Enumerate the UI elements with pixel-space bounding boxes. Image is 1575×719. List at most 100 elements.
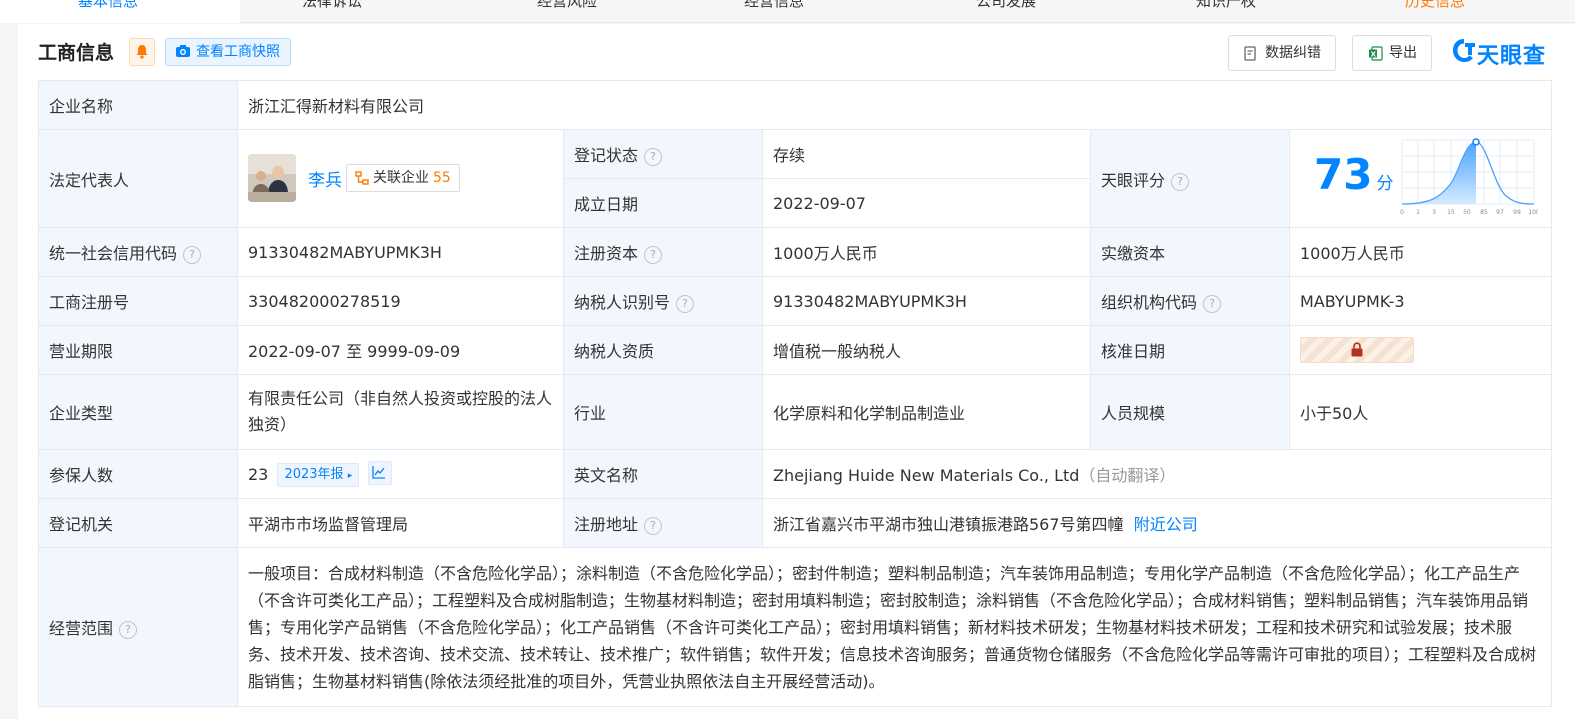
table-row: 统一社会信用代码? 91330482MABYUPMK3H 注册资本? 1000万… [38, 227, 1553, 277]
help-icon[interactable]: ? [1171, 172, 1190, 191]
score-unit: 分 [1376, 174, 1394, 194]
insured-cell: 23 2023年报 ▸ [237, 449, 564, 499]
authority-label: 登记机关 [38, 498, 238, 548]
address-label: 注册地址? [563, 498, 763, 548]
score-value: 73 分 [1314, 150, 1393, 199]
snapshot-label: 查看工商快照 [196, 44, 280, 60]
org-code-value: MABYUPMK-3 [1288, 276, 1553, 326]
type-label: 企业类型 [38, 374, 238, 450]
insured-label: 参保人数 [38, 449, 238, 499]
address-cell: 浙江省嘉兴市平湖市独山港镇振港路567号第四幢 附近公司 [761, 498, 1553, 548]
industry-label: 行业 [563, 374, 763, 450]
auto-translate-note: （自动翻译） [1079, 466, 1176, 485]
industry-value: 化学原料和化学制品制造业 [762, 374, 1091, 450]
score-tick-label: 15 [1447, 209, 1455, 216]
taxpayer-qual-value: 增值税一般纳税人 [762, 325, 1091, 375]
lock-icon [1351, 342, 1363, 357]
legal-rep-avatar[interactable] [248, 153, 296, 202]
table-row: 经营范围? 一般项目：合成材料制造（不含危险化学品）；涂料制造（不含危险化学品）… [38, 547, 1553, 707]
caret-right-icon: ▸ [347, 471, 353, 481]
staff-value: 小于50人 [1288, 374, 1553, 450]
related-companies-button[interactable]: 关联企业 55 [346, 163, 460, 192]
legal-rep-label: 法定代表人 [38, 129, 238, 228]
excel-icon: X [1369, 46, 1383, 61]
help-icon[interactable]: ? [644, 148, 663, 166]
trend-chart-icon [372, 466, 386, 479]
address-value: 浙江省嘉兴市平湖市独山港镇振港路567号第四幢 [773, 515, 1124, 534]
approve-date-value [1288, 325, 1553, 375]
org-chart-icon [355, 170, 369, 185]
help-icon[interactable]: ? [183, 246, 202, 264]
scope-label: 经营范围? [38, 547, 238, 707]
score-tick-label: 3 [1432, 209, 1436, 216]
table-row: 工商注册号 330482000278519 纳税人识别号? 91330482MA… [38, 276, 1553, 326]
score-tick-label: 1 [1416, 209, 1420, 216]
score-label: 天眼评分? [1090, 129, 1290, 228]
reg-no-value: 330482000278519 [237, 276, 564, 326]
tab-risk[interactable]: 经营风险 [537, 0, 597, 12]
export-button[interactable]: X 导出 [1352, 35, 1432, 71]
help-icon[interactable]: ? [119, 621, 138, 639]
related-companies-label: 关联企业 [373, 169, 429, 186]
tianyancha-logo-icon [1453, 39, 1475, 62]
credit-code-label: 统一社会信用代码? [38, 227, 238, 277]
reg-capital-label-text: 注册资本 [574, 244, 639, 263]
tab-legal[interactable]: 法律诉讼 [302, 0, 362, 12]
score-tick-label: 85 [1480, 209, 1488, 216]
table-row: 企业类型 有限责任公司（非自然人投资或控股的法人独资） 行业 化学原料和化学制品… [38, 374, 1553, 450]
score-cell[interactable]: 73 分 0 1 3 15 50 85 97 99 100 [1288, 129, 1553, 228]
avatar-photo [248, 153, 296, 202]
data-correction-button[interactable]: 数据纠错 [1228, 35, 1336, 71]
bell-icon [136, 45, 148, 59]
english-name-cell: Zhejiang Huide New Materials Co., Ltd（自动… [761, 449, 1553, 499]
reg-capital-value: 1000万人民币 [762, 227, 1091, 277]
vip-locked-field[interactable] [1300, 337, 1414, 363]
founded-value: 2022-09-07 [762, 178, 1091, 228]
logo-text: 天眼查 [1477, 44, 1547, 69]
help-icon[interactable]: ? [676, 295, 695, 313]
svg-text:X: X [1371, 50, 1377, 58]
type-value: 有限责任公司（非自然人投资或控股的法人独资） [237, 374, 564, 450]
legal-rep-cell: 李兵 关联企业 55 [237, 129, 564, 228]
section-title: 工商信息 [38, 42, 115, 64]
address-label-text: 注册地址 [574, 515, 639, 534]
scope-value: 一般项目：合成材料制造（不含危险化学品）；涂料制造（不含危险化学品）；密封件制造… [236, 547, 1553, 707]
org-code-label: 组织机构代码? [1090, 276, 1290, 326]
score-tick-label: 99 [1513, 209, 1521, 216]
score-number: 73 [1314, 150, 1373, 199]
tab-operation[interactable]: 经营信息 [744, 0, 804, 12]
legal-rep-name-link[interactable]: 李兵 [308, 166, 342, 191]
nearby-companies-link[interactable]: 附近公司 [1134, 515, 1198, 534]
score-tick-label: 97 [1496, 209, 1504, 216]
term-value: 2022-09-07 至 9999-09-09 [237, 325, 564, 375]
tab-bar: 基本信息 法律诉讼 经营风险 经营信息 公司发展 知识产权 历史信息 [0, 0, 1575, 23]
taxpayer-qual-label: 纳税人资质 [563, 325, 763, 375]
score-label-text: 天眼评分 [1101, 170, 1166, 190]
credit-code-value: 91330482MABYUPMK3H [237, 227, 564, 277]
help-icon[interactable]: ? [644, 517, 663, 535]
annual-report-dropdown[interactable]: 2023年报 ▸ [277, 463, 360, 487]
trend-chart-button[interactable] [368, 461, 393, 485]
table-row: 企业名称 浙江汇得新材料有限公司 [38, 80, 1553, 130]
company-name-label: 企业名称 [38, 80, 238, 130]
founded-label: 成立日期 [563, 178, 763, 228]
tab-ip[interactable]: 知识产权 [1196, 0, 1256, 12]
table-row: 营业期限 2022-09-07 至 9999-09-09 纳税人资质 增值税一般… [38, 325, 1553, 375]
table-row: 参保人数 23 2023年报 ▸ 英文名称 Zhejiang Huide New… [38, 449, 1553, 499]
help-icon[interactable]: ? [644, 246, 663, 264]
score-distribution-chart: 0 1 3 15 50 85 97 99 100 [1400, 138, 1538, 216]
term-label: 营业期限 [38, 325, 238, 375]
scope-label-text: 经营范围 [49, 619, 114, 638]
taxpayer-id-value: 91330482MABYUPMK3H [762, 276, 1091, 326]
tab-development[interactable]: 公司发展 [976, 0, 1036, 12]
tab-history[interactable]: 历史信息 [1405, 0, 1465, 12]
subscribe-bell-button[interactable] [129, 38, 155, 66]
score-tick-label: 100 [1528, 209, 1538, 216]
export-label: 导出 [1389, 45, 1417, 61]
business-info-table: 企业名称 浙江汇得新材料有限公司 法定代表人 李兵 关联企业 55 登记状态 ?… [38, 80, 1553, 707]
help-icon[interactable]: ? [1203, 295, 1222, 313]
score-tick-label: 0 [1400, 209, 1404, 216]
tab-basic-info[interactable]: 基本信息 [78, 0, 138, 12]
camera-icon [176, 45, 190, 57]
view-snapshot-button[interactable]: 查看工商快照 [165, 38, 291, 66]
